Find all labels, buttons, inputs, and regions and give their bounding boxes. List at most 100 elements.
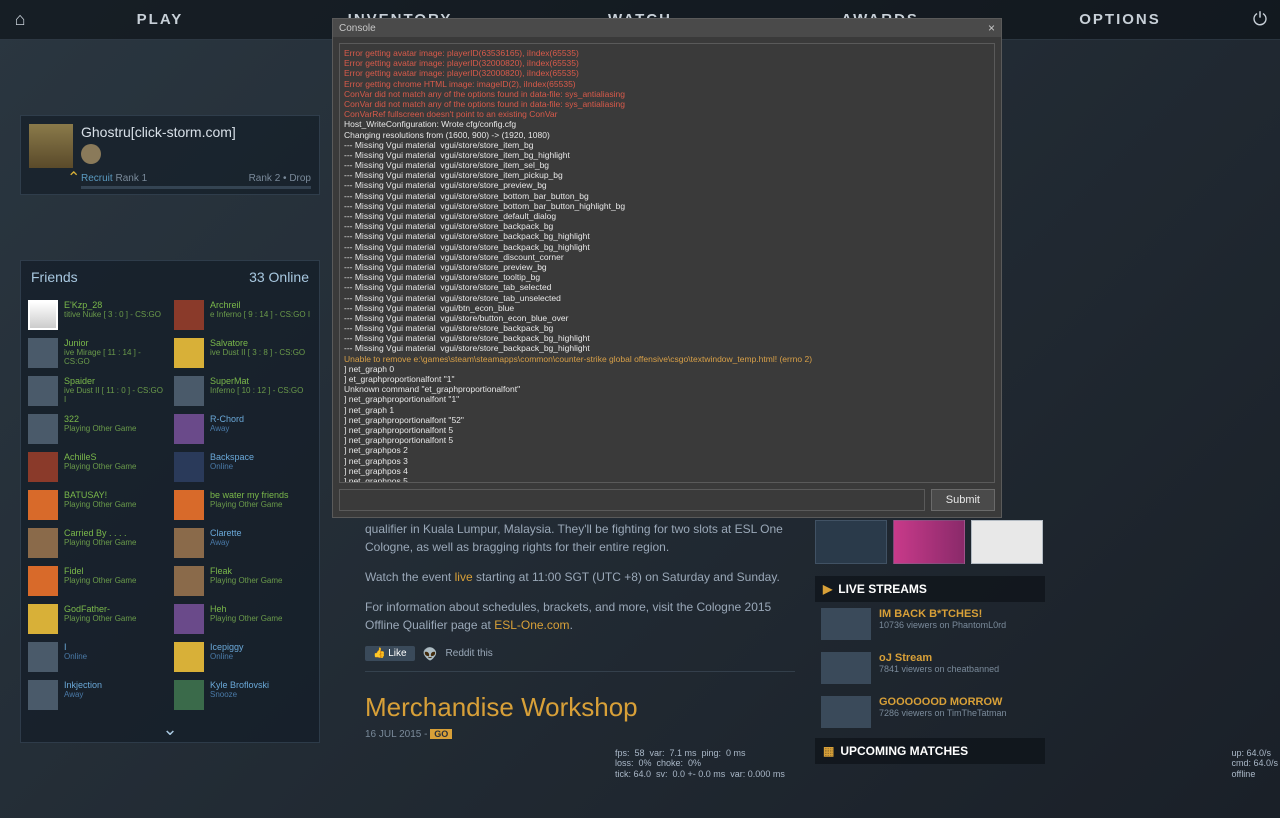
player-card[interactable]: Ghostru[click-storm.com] Recruit Rank 1 … — [20, 115, 320, 195]
console-line: ConVarRef fullscreen doesn't point to an… — [344, 109, 990, 119]
console-line: --- Missing Vgui material vgui/store/but… — [344, 313, 990, 323]
friends-panel: Friends 33 Online E'Kzp_28titive Nuke [ … — [20, 260, 320, 743]
friend-name: Backspace — [210, 452, 254, 462]
friend-avatar — [174, 528, 204, 558]
friend-status: Playing Other Game — [210, 614, 282, 623]
console-line: --- Missing Vgui material vgui/btn_econ_… — [344, 303, 990, 313]
console-line: --- Missing Vgui material vgui/store/sto… — [344, 140, 990, 150]
stream-item[interactable]: IM BACK B*TCHES!10736 viewers on Phantom… — [815, 602, 1045, 646]
console-titlebar[interactable]: Console × — [333, 19, 1001, 37]
friend-item[interactable]: be water my friendsPlaying Other Game — [171, 487, 315, 523]
merch-date: 16 JUL 2015 - GO — [365, 729, 795, 740]
friend-name: Inkjection — [64, 680, 102, 690]
friend-avatar — [28, 566, 58, 596]
friend-name: Junior — [64, 338, 166, 348]
friend-status: ive Dust II [ 3 : 8 ] - CS:GO — [210, 348, 305, 357]
console-line: --- Missing Vgui material vgui/store/sto… — [344, 191, 990, 201]
friend-name: Clarette — [210, 528, 242, 538]
friend-item[interactable]: ClaretteAway — [171, 525, 315, 561]
nav-tab-play[interactable]: PLAY — [40, 0, 280, 40]
friend-name: Spaider — [64, 376, 166, 386]
console-title: Console — [339, 23, 376, 34]
friend-item[interactable]: Carried By . . . .Playing Other Game — [25, 525, 169, 561]
friend-item[interactable]: R-ChordAway — [171, 411, 315, 447]
console-line: ] net_graphpos 5 — [344, 476, 990, 483]
thumbnail[interactable] — [893, 520, 965, 564]
reddit-icon[interactable]: 👽 — [423, 647, 438, 661]
friend-name: I — [64, 642, 87, 652]
friend-item[interactable]: Archreile Inferno [ 9 : 14 ] - CS:GO I — [171, 297, 315, 333]
friend-item[interactable]: FidelPlaying Other Game — [25, 563, 169, 599]
friend-name: SuperMat — [210, 376, 303, 386]
friend-item[interactable]: InkjectionAway — [25, 677, 169, 713]
console-line: Changing resolutions from (1600, 900) ->… — [344, 130, 990, 140]
friend-name: Icepiggy — [210, 642, 244, 652]
friend-name: AchilleS — [64, 452, 136, 462]
friend-item[interactable]: Kyle BroflovskiSnooze — [171, 677, 315, 713]
esl-link[interactable]: ESL-One.com — [494, 618, 569, 632]
console-line: --- Missing Vgui material vgui/store/sto… — [344, 262, 990, 272]
power-icon[interactable]: ⏻ — [1240, 9, 1280, 30]
expand-up-icon[interactable]: ⌃ — [67, 168, 80, 188]
console-input[interactable] — [339, 489, 925, 511]
console-line: --- Missing Vgui material vgui/store/sto… — [344, 160, 990, 170]
friend-item[interactable]: AchilleSPlaying Other Game — [25, 449, 169, 485]
console-line: --- Missing Vgui material vgui/store/sto… — [344, 252, 990, 262]
friend-item[interactable]: BATUSAY!Playing Other Game — [25, 487, 169, 523]
stream-subtitle: 7286 viewers on TimTheTatman — [879, 708, 1007, 718]
friend-avatar — [174, 604, 204, 634]
live-link[interactable]: live — [455, 570, 473, 584]
merch-title[interactable]: Merchandise Workshop — [365, 692, 795, 723]
friend-item[interactable]: Juniorive Mirage [ 11 : 14 ] - CS:GO — [25, 335, 169, 371]
friend-name: BATUSAY! — [64, 490, 136, 500]
friend-avatar — [174, 338, 204, 368]
play-icon: ▶ — [823, 582, 832, 596]
friend-item[interactable]: GodFather-Playing Other Game — [25, 601, 169, 637]
like-button[interactable]: 👍 Like — [365, 646, 415, 661]
thumbnail[interactable] — [815, 520, 887, 564]
friend-status: Playing Other Game — [64, 576, 136, 585]
friend-avatar — [28, 528, 58, 558]
friend-status: Playing Other Game — [64, 462, 136, 471]
blog-paragraph: qualifier in Kuala Lumpur, Malaysia. The… — [365, 520, 795, 556]
console-line: --- Missing Vgui material vgui/store/sto… — [344, 180, 990, 190]
thumbnail[interactable] — [971, 520, 1043, 564]
friend-item[interactable]: SuperMatInferno [ 10 : 12 ] - CS:GO — [171, 373, 315, 409]
friend-item[interactable]: FleakPlaying Other Game — [171, 563, 315, 599]
friend-item[interactable]: BackspaceOnline — [171, 449, 315, 485]
console-line: --- Missing Vgui material vgui/store/sto… — [344, 323, 990, 333]
netgraph-main: fps: 58 var: 7.1 ms ping: 0 ms loss: 0% … — [615, 748, 785, 780]
close-icon[interactable]: × — [988, 21, 995, 35]
friend-avatar — [28, 300, 58, 330]
submit-button[interactable]: Submit — [931, 489, 995, 511]
friend-avatar — [174, 376, 204, 406]
console-window: Console × Error getting avatar image: pl… — [332, 18, 1002, 518]
stream-item[interactable]: oJ Stream7841 viewers on cheatbanned — [815, 646, 1045, 690]
console-line: ConVar did not match any of the options … — [344, 89, 990, 99]
friend-name: Archreil — [210, 300, 310, 310]
friends-expand-icon[interactable]: ⌄ — [21, 717, 319, 742]
home-icon[interactable]: ⌂ — [0, 9, 40, 30]
friend-item[interactable]: Salvatoreive Dust II [ 3 : 8 ] - CS:GO — [171, 335, 315, 371]
friend-name: Kyle Broflovski — [210, 680, 269, 690]
console-line: --- Missing Vgui material vgui/store/sto… — [344, 293, 990, 303]
nav-tab-options[interactable]: OPTIONS — [1000, 0, 1240, 40]
console-output[interactable]: Error getting avatar image: playerID(635… — [339, 43, 995, 483]
console-line: ] net_graphproportionalfont 5 — [344, 435, 990, 445]
friend-item[interactable]: 322Playing Other Game — [25, 411, 169, 447]
console-line: ] net_graph 0 — [344, 364, 990, 374]
friend-name: Heh — [210, 604, 282, 614]
console-line: --- Missing Vgui material vgui/store/sto… — [344, 221, 990, 231]
friend-item[interactable]: HehPlaying Other Game — [171, 601, 315, 637]
friend-item[interactable]: IOnline — [25, 639, 169, 675]
stream-item[interactable]: GOOOOOOD MORROW7286 viewers on TimTheTat… — [815, 690, 1045, 734]
friend-item[interactable]: IcepiggyOnline — [171, 639, 315, 675]
reddit-link[interactable]: Reddit this — [446, 648, 493, 659]
friend-item[interactable]: Spaiderive Dust II [ 11 : 0 ] - CS:GO I — [25, 373, 169, 409]
friend-avatar — [174, 414, 204, 444]
netgraph-right: up: 64.0/s cmd: 64.0/s offline — [1231, 748, 1278, 780]
console-line: ] net_graphpos 2 — [344, 445, 990, 455]
friends-title: Friends — [31, 269, 78, 285]
friend-item[interactable]: E'Kzp_28titive Nuke [ 3 : 0 ] - CS:GO — [25, 297, 169, 333]
console-line: --- Missing Vgui material vgui/store/sto… — [344, 150, 990, 160]
